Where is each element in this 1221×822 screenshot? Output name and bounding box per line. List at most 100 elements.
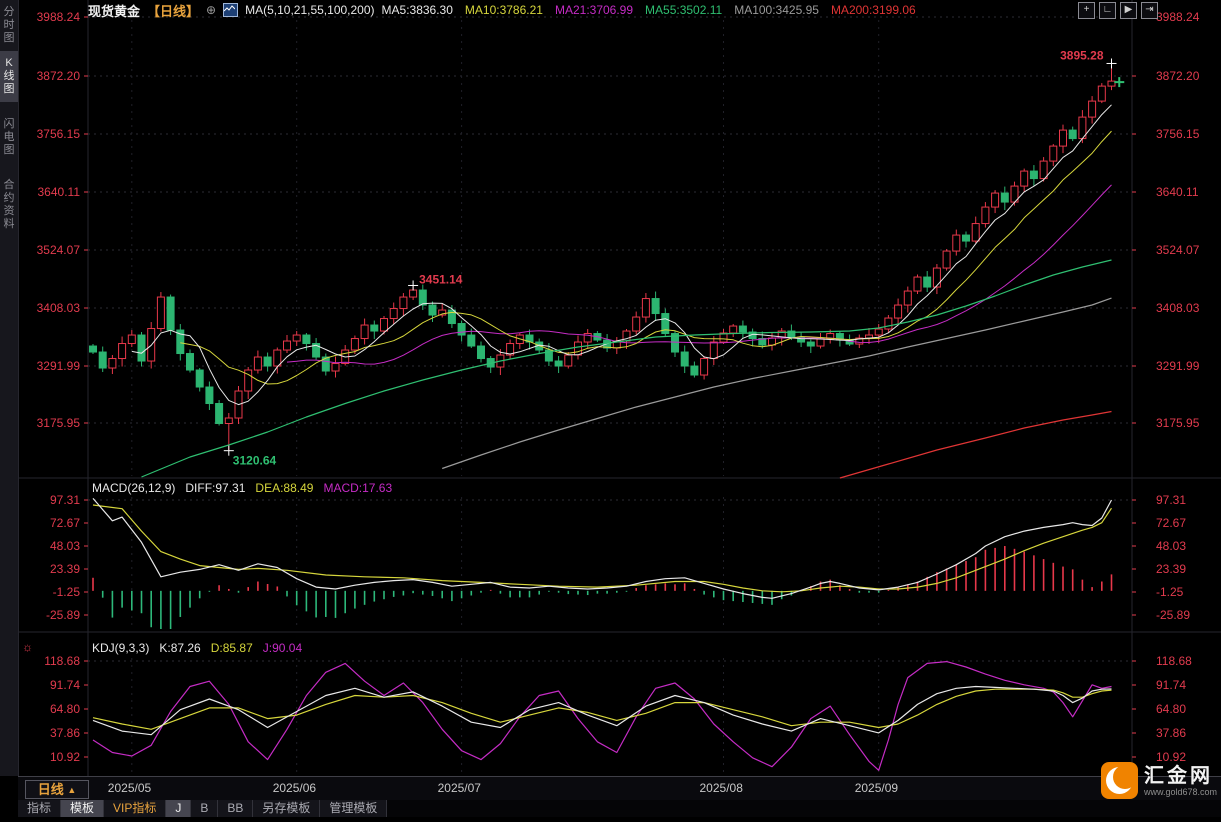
indicator-settings-icon[interactable]: ☼ xyxy=(22,640,33,654)
bottom-tab-4[interactable]: J xyxy=(166,800,191,817)
candle-body xyxy=(90,346,97,352)
candle-body xyxy=(167,297,174,330)
kdj-axis-label-left: 64.80 xyxy=(50,702,80,716)
ma-settings-label: MA(5,10,21,55,100,200) xyxy=(245,3,374,17)
price-axis-label-left: 3175.95 xyxy=(37,416,81,430)
date-axis-label: 2025/09 xyxy=(855,781,898,795)
macd-axis-label-left: 72.67 xyxy=(50,516,80,530)
bottom-tab-1[interactable]: 指标 xyxy=(18,800,61,817)
kdj-header: KDJ(9,3,3) K:87.26 D:85.87 J:90.04 xyxy=(92,641,302,655)
scroll-chart-icon[interactable]: ▶ xyxy=(1120,2,1137,19)
bottom-tab-8[interactable]: 管理模板 xyxy=(320,800,387,817)
period-selector[interactable]: 日线 ▲ xyxy=(25,780,89,799)
axis-scale-icon[interactable]: ∟ xyxy=(1099,2,1116,19)
candle-body xyxy=(1098,86,1105,101)
candle-body xyxy=(642,299,649,317)
candle-body xyxy=(1040,161,1047,178)
sidebar-tab-char: 约 xyxy=(4,192,15,205)
candle-body xyxy=(381,319,388,331)
candle-body xyxy=(264,357,271,366)
kdj-axis-label-right: 64.80 xyxy=(1156,702,1186,716)
candle-body xyxy=(739,326,746,332)
bottom-tab-2[interactable]: 模板 xyxy=(61,800,104,817)
candle-body xyxy=(119,344,126,359)
kdj-axis-label-left: 91.74 xyxy=(50,678,80,692)
sidebar-tab-char: 线 xyxy=(4,70,15,83)
sidebar-tab-char: 料 xyxy=(4,218,15,231)
bottom-tab-3[interactable]: VIP指标 xyxy=(104,800,166,817)
bottom-tab-5[interactable]: B xyxy=(191,800,218,817)
price-axis-label-left: 3756.15 xyxy=(37,127,81,141)
macd-header: MACD(26,12,9) DIFF:97.31 DEA:88.49 MACD:… xyxy=(92,481,392,495)
macd-axis-label-left: 48.03 xyxy=(50,539,80,553)
candle-body xyxy=(1021,171,1028,186)
mini-chart-icon[interactable] xyxy=(223,3,238,17)
ma-legend-ma200: MA200:3199.06 xyxy=(831,3,916,17)
indicator-tab-bar: 指标模板VIP指标JBBB另存模板管理模板 xyxy=(18,800,1221,817)
period-selector-label: 日线 xyxy=(38,782,64,797)
candle-body xyxy=(1060,130,1067,146)
logo-url: www.gold678.com xyxy=(1144,787,1217,797)
symbol-title: 现货黄金 xyxy=(88,1,140,20)
candle-body xyxy=(99,352,106,368)
bottom-tab-6[interactable]: BB xyxy=(218,800,253,817)
candle-body xyxy=(458,324,465,335)
price-axis-label-right: 3408.03 xyxy=(1156,301,1200,315)
period-label[interactable]: 【日线】 xyxy=(147,1,199,20)
candle-body xyxy=(1089,101,1096,117)
sidebar-tab-char: 图 xyxy=(4,144,15,157)
sidebar-tab-contract-info[interactable]: 合约资料 xyxy=(0,173,18,237)
candle-body xyxy=(1050,146,1057,161)
kdj-axis-label-left: 10.92 xyxy=(50,750,80,764)
candle-body xyxy=(157,297,164,328)
candle-body xyxy=(924,277,931,287)
sidebar-tab-time-chart[interactable]: 分时图 xyxy=(0,0,18,51)
bottom-tab-7[interactable]: 另存模板 xyxy=(253,800,320,817)
macd-axis-label-left: -1.25 xyxy=(53,585,81,599)
macd-axis-label-right: 48.03 xyxy=(1156,539,1186,553)
candle-body xyxy=(128,335,135,343)
logo-icon xyxy=(1101,762,1138,799)
candle-body xyxy=(419,290,426,305)
sidebar-tab-kline-chart[interactable]: K线图 xyxy=(0,51,18,102)
period-arrow-icon: ▲ xyxy=(67,785,76,795)
sidebar-tab-char: 分 xyxy=(4,6,15,19)
macd-axis-label-left: 23.39 xyxy=(50,562,80,576)
sidebar-tab-lightning-chart[interactable]: 闪电图 xyxy=(0,112,18,163)
candle-body xyxy=(807,342,814,346)
sidebar-tab-char: 图 xyxy=(4,32,15,45)
ma100-line xyxy=(442,298,1111,468)
candle-body xyxy=(633,317,640,331)
sidebar-tab-char: 资 xyxy=(4,205,15,218)
macd-axis-label-right: -1.25 xyxy=(1156,585,1184,599)
price-axis-label-left: 3291.99 xyxy=(37,359,81,373)
macd-name-label[interactable]: MACD(26,12,9) xyxy=(92,481,175,495)
add-indicator-icon[interactable]: ⊕ xyxy=(206,3,216,17)
candle-body xyxy=(284,341,291,350)
candle-body xyxy=(914,277,921,291)
site-logo[interactable]: 汇金网 www.gold678.com xyxy=(1101,762,1217,799)
price-annotation: 3451.14 xyxy=(419,272,463,286)
candle-body xyxy=(575,342,582,355)
kdj-k-value: K:87.26 xyxy=(159,641,200,655)
macd-axis-label-right: 97.31 xyxy=(1156,493,1186,507)
price-axis-label-right: 3872.20 xyxy=(1156,69,1200,83)
candle-body xyxy=(187,354,194,370)
kdj-d-value: D:85.87 xyxy=(211,641,253,655)
kdj-axis-label-left: 118.68 xyxy=(44,654,80,668)
macd-axis-label-left: 97.31 xyxy=(50,493,80,507)
ma-legend-ma21: MA21:3706.99 xyxy=(555,3,633,17)
kdj-j-value: J:90.04 xyxy=(263,641,302,655)
candle-body xyxy=(254,357,261,370)
candle-body xyxy=(390,309,397,319)
candle-body xyxy=(701,359,708,375)
kdj-d-line xyxy=(93,689,1112,729)
macd-hist-value: MACD:17.63 xyxy=(323,481,392,495)
kdj-axis-label-right: 118.68 xyxy=(1156,654,1192,668)
chart-canvas[interactable]: 3988.243988.243872.203872.203756.153756.… xyxy=(0,0,1221,817)
exit-right-icon[interactable]: ⇥ xyxy=(1141,2,1158,19)
candle-body xyxy=(933,268,940,287)
kdj-name-label[interactable]: KDJ(9,3,3) xyxy=(92,641,149,655)
crosshair-icon[interactable]: + xyxy=(1078,2,1095,19)
candle-body xyxy=(206,387,213,403)
